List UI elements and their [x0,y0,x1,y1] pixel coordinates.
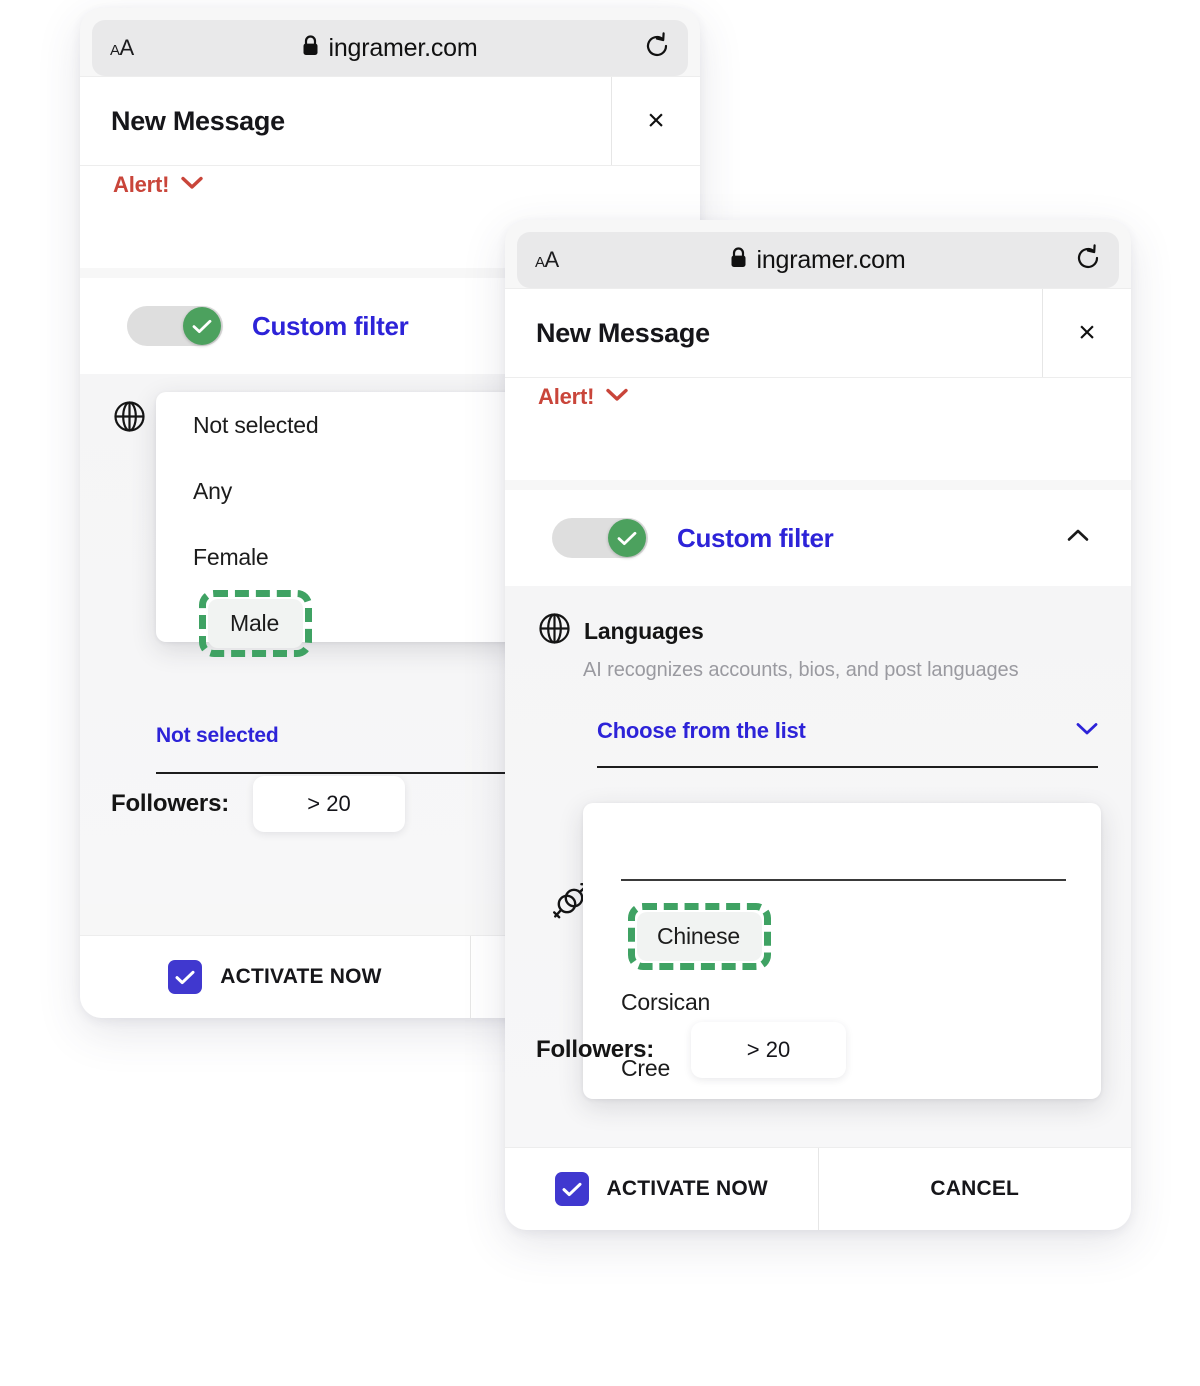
chevron-down-icon[interactable] [606,388,628,407]
followers-label: Followers: [536,1036,655,1063]
browser-window-languages: AA ingramer.com New Message × Alert! Cus… [505,220,1131,1230]
language-option-label-chinese[interactable]: Chinese [628,902,771,970]
alert-row[interactable]: Alert! [505,384,1131,410]
activate-checkbox[interactable] [554,1172,589,1206]
languages-description: AI recognizes accounts, bios, and post l… [583,659,1019,681]
url-host-text: ingramer.com [756,245,906,274]
gender-option-label-male[interactable]: Male [198,589,313,657]
alert-label: Alert! [113,172,170,197]
languages-label: Languages [584,617,704,644]
chevron-down-icon[interactable] [1076,722,1098,740]
gender-option-label: Any [193,477,233,504]
activate-now-label: ACTIVATE NOW [606,1177,768,1200]
toggle-knob [183,307,221,345]
followers-value[interactable]: > 20 [691,1022,847,1078]
cancel-button[interactable]: CANCEL [819,1148,1132,1230]
alert-card: Alert! [505,378,1131,480]
choose-from-list-label: Choose from the list [597,718,806,743]
gender-option-label: Not selected [193,411,319,438]
chevron-up-icon[interactable] [1067,529,1089,547]
followers-row: Followers: > 20 [80,776,406,832]
page-title: New Message [111,105,285,136]
custom-filter-label[interactable]: Custom filter [252,311,409,342]
check-icon [175,970,195,984]
filter-body: Languages AI recognizes accounts, bios, … [505,586,1131,1152]
globe-icon [113,400,146,438]
custom-filter-toggle[interactable] [127,306,223,346]
alert-label: Alert! [538,384,595,409]
reload-icon[interactable] [644,31,670,65]
custom-filter-toggle[interactable] [552,518,648,558]
text-size-button[interactable]: AA [110,37,134,59]
list-item-highlighted[interactable]: Chinese [583,902,1101,970]
custom-filter-card: Custom filter [505,490,1131,586]
browser-url-bar[interactable]: AA ingramer.com [92,20,688,76]
language-search-input[interactable] [621,843,1066,881]
toggle-knob [608,519,646,557]
check-icon [617,531,637,545]
followers-label: Followers: [111,790,230,817]
reload-icon[interactable] [1075,243,1101,277]
activate-now-label: ACTIVATE NOW [220,965,382,988]
followers-row: Followers: > 20 [505,1022,847,1078]
alert-row[interactable]: Alert! [80,172,700,198]
browser-url-bar[interactable]: AA ingramer.com [517,232,1119,288]
globe-icon [538,612,571,650]
url-host-text: ingramer.com [328,33,478,62]
followers-value[interactable]: > 20 [253,776,406,832]
lock-icon [730,247,747,273]
url-display: ingramer.com [92,34,688,63]
text-size-button[interactable]: AA [535,249,559,271]
language-option-label: Corsican [621,988,711,1015]
close-icon[interactable]: × [1042,289,1131,377]
check-icon [562,1182,582,1196]
modal-title-bar: New Message × [80,76,700,166]
modal-footer: ACTIVATE NOW CANCEL [505,1147,1131,1230]
gender-option-label: Female [193,543,269,570]
activate-now-button[interactable]: ACTIVATE NOW [80,936,470,1018]
check-icon [192,319,212,333]
lock-icon [302,35,319,61]
activate-now-button[interactable]: ACTIVATE NOW [505,1148,818,1230]
url-display: ingramer.com [517,246,1119,275]
close-icon[interactable]: × [611,77,700,165]
page-title: New Message [536,317,710,348]
chevron-down-icon[interactable] [181,176,203,195]
choose-from-list-field[interactable]: Choose from the list [597,718,1098,768]
activate-checkbox[interactable] [168,960,203,994]
cancel-label: CANCEL [930,1177,1020,1200]
languages-header: Languages [505,586,1131,650]
custom-filter-label[interactable]: Custom filter [677,523,834,554]
modal-title-bar: New Message × [505,288,1131,378]
